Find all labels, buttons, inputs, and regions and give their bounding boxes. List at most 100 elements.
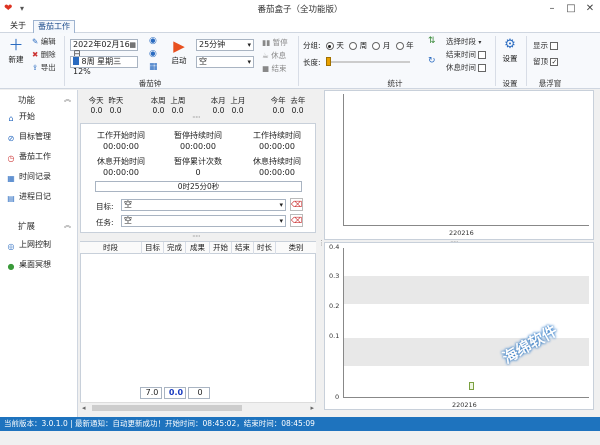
delete-button[interactable]: ✖ 删除	[32, 49, 56, 60]
edit-button[interactable]: ✎ 编辑	[32, 36, 56, 47]
target-label: 目标:	[96, 202, 114, 211]
type-select[interactable]: 空 ▾	[196, 56, 254, 68]
rest-button[interactable]: ☕ 休息	[262, 50, 286, 61]
task-select[interactable]: 空 ▾	[121, 215, 286, 227]
show-checkbox[interactable]: 显示	[533, 40, 559, 51]
rest-duration-value: 00:00:00	[259, 168, 295, 177]
stat-value: 0.0	[231, 106, 244, 115]
stat-values: 0.0 0.0	[204, 106, 252, 116]
menu-pomodoro[interactable]: 番茄工作	[33, 20, 75, 33]
group-radio-month[interactable]: 月	[372, 41, 390, 50]
end-button[interactable]: ■ 结束	[262, 63, 286, 74]
stat-header: 今年	[270, 96, 286, 105]
sidebar-item-meditation[interactable]: ● 桌面冥想	[6, 258, 52, 272]
refresh-icon[interactable]: ⇅	[428, 36, 436, 46]
settings-label: 设置	[502, 54, 518, 63]
select-period-button[interactable]: 选择时段 ▾	[446, 36, 481, 47]
radio-label: 年	[406, 41, 414, 50]
column-header[interactable]: 结束	[232, 242, 254, 254]
sidebar-item-time-record[interactable]: ▦ 时间记录	[6, 170, 51, 184]
radio-label: 月	[382, 41, 391, 50]
grid-icon[interactable]: ▦	[149, 62, 158, 72]
sidebar-section-functions: 功能	[18, 96, 36, 106]
group-radio-year[interactable]: 年	[395, 41, 414, 50]
stat-value: 0.0	[171, 106, 184, 115]
export-button[interactable]: ⇪ 导出	[32, 62, 56, 73]
end-label: 结束	[271, 64, 287, 73]
stat-headers: 今年 去年	[264, 96, 312, 106]
select-period-label: 选择时段	[446, 37, 476, 46]
y-tick: 0.3	[329, 272, 340, 280]
length-slider[interactable]	[326, 57, 410, 66]
slider-thumb[interactable]	[326, 57, 331, 66]
rest-start-value: 00:00:00	[103, 168, 139, 177]
y-tick: 0.2	[329, 302, 340, 310]
menu-about[interactable]: 关于	[6, 20, 30, 33]
close-icon[interactable]: ✕	[582, 1, 598, 17]
duration-select[interactable]: 25分钟 ▾	[196, 39, 254, 51]
diary-icon: ▤	[7, 194, 15, 203]
radio-icon	[349, 42, 358, 50]
start-button[interactable]: ▶ 启动	[168, 37, 190, 67]
new-button[interactable]: ＋ 新建	[6, 36, 26, 70]
ribbon-separator	[495, 36, 496, 86]
end-time-checkbox[interactable]: 结束时间	[446, 49, 487, 60]
column-header[interactable]: 目标	[142, 242, 164, 254]
minimize-icon[interactable]: –	[544, 1, 560, 17]
new-label: 新建	[8, 55, 24, 64]
stat-value: 0.0	[212, 106, 225, 115]
ribbon-separator	[298, 36, 299, 86]
sidebar-item-label: 开始	[19, 112, 35, 121]
settings-group-label: 设置	[502, 79, 518, 88]
edit-label: 编辑	[40, 37, 56, 46]
stat-headers: 本周 上周	[144, 96, 192, 106]
group-by-row: 分组: 天 周 月 年	[303, 40, 414, 51]
collapse-icon[interactable]: ︽	[64, 94, 71, 104]
stat-header: 上月	[230, 96, 246, 105]
group-radio-day[interactable]: 天	[325, 41, 344, 50]
pause-button[interactable]: ▮▮ 暂停	[262, 37, 288, 48]
sidebar-item-target[interactable]: ⊘ 目标管理	[6, 130, 51, 144]
column-header[interactable]: 时长	[254, 242, 276, 254]
chart-marker	[469, 382, 474, 390]
vertical-splitter[interactable]: ⋮	[318, 240, 325, 260]
collapse-icon[interactable]: ︽	[64, 220, 71, 230]
prev-icon[interactable]: ◉	[149, 36, 157, 46]
rest-time-checkbox[interactable]: 休息时间	[446, 62, 487, 73]
column-header[interactable]: 时段	[80, 242, 142, 254]
column-header[interactable]: 完成	[164, 242, 186, 254]
target-icon: ⊘	[7, 134, 15, 143]
task-label: 任务:	[96, 218, 114, 227]
sidebar-item-pomodoro[interactable]: ◷ 番茄工作	[6, 150, 52, 164]
sidebar-item-start[interactable]: ⌂ 开始	[6, 110, 35, 124]
maximize-icon[interactable]: □	[563, 1, 579, 17]
week-display: 8周 星期三 12%	[70, 56, 138, 76]
target-select[interactable]: 空 ▾	[121, 199, 286, 211]
pause-duration-value: 00:00:00	[180, 142, 216, 151]
column-header[interactable]: 类别	[276, 242, 316, 254]
scroll-left-icon[interactable]: ◂	[82, 403, 86, 413]
column-header[interactable]: 成果	[186, 242, 210, 254]
task-clear-button[interactable]: ⌫	[290, 214, 303, 227]
type-value: 空	[199, 57, 207, 66]
date-picker[interactable]: 2022年02月16日 ▦	[70, 39, 138, 59]
column-header[interactable]: 开始	[210, 242, 232, 254]
sidebar-item-network[interactable]: ◎ 上网控制	[6, 238, 52, 252]
settings-button[interactable]: ⚙ 设置	[500, 36, 520, 64]
splitter-handle[interactable]: ·····	[192, 232, 201, 241]
pause-count-block: 暂停累计次数 0	[163, 156, 233, 178]
target-clear-button[interactable]: ⌫	[290, 198, 303, 211]
group-radio-week[interactable]: 周	[349, 41, 367, 50]
gear-icon: ⚙	[504, 37, 516, 52]
scroll-right-icon[interactable]: ▸	[310, 403, 314, 413]
progress-bar: 0时25分0秒	[95, 181, 302, 192]
ribbon-separator	[526, 36, 527, 86]
splitter-handle[interactable]: ·····	[192, 113, 201, 122]
topmost-checkbox[interactable]: 留顶 ✓	[533, 56, 559, 67]
window-title: 番茄盒子（全功能版）	[257, 5, 343, 15]
reload-icon[interactable]: ↻	[428, 56, 436, 66]
horizontal-scrollbar[interactable]: ◂ ▸	[80, 402, 316, 412]
next-icon[interactable]: ◉	[149, 49, 157, 59]
scroll-thumb[interactable]	[92, 405, 242, 411]
sidebar-item-diary[interactable]: ▤ 进程日记	[6, 190, 51, 204]
